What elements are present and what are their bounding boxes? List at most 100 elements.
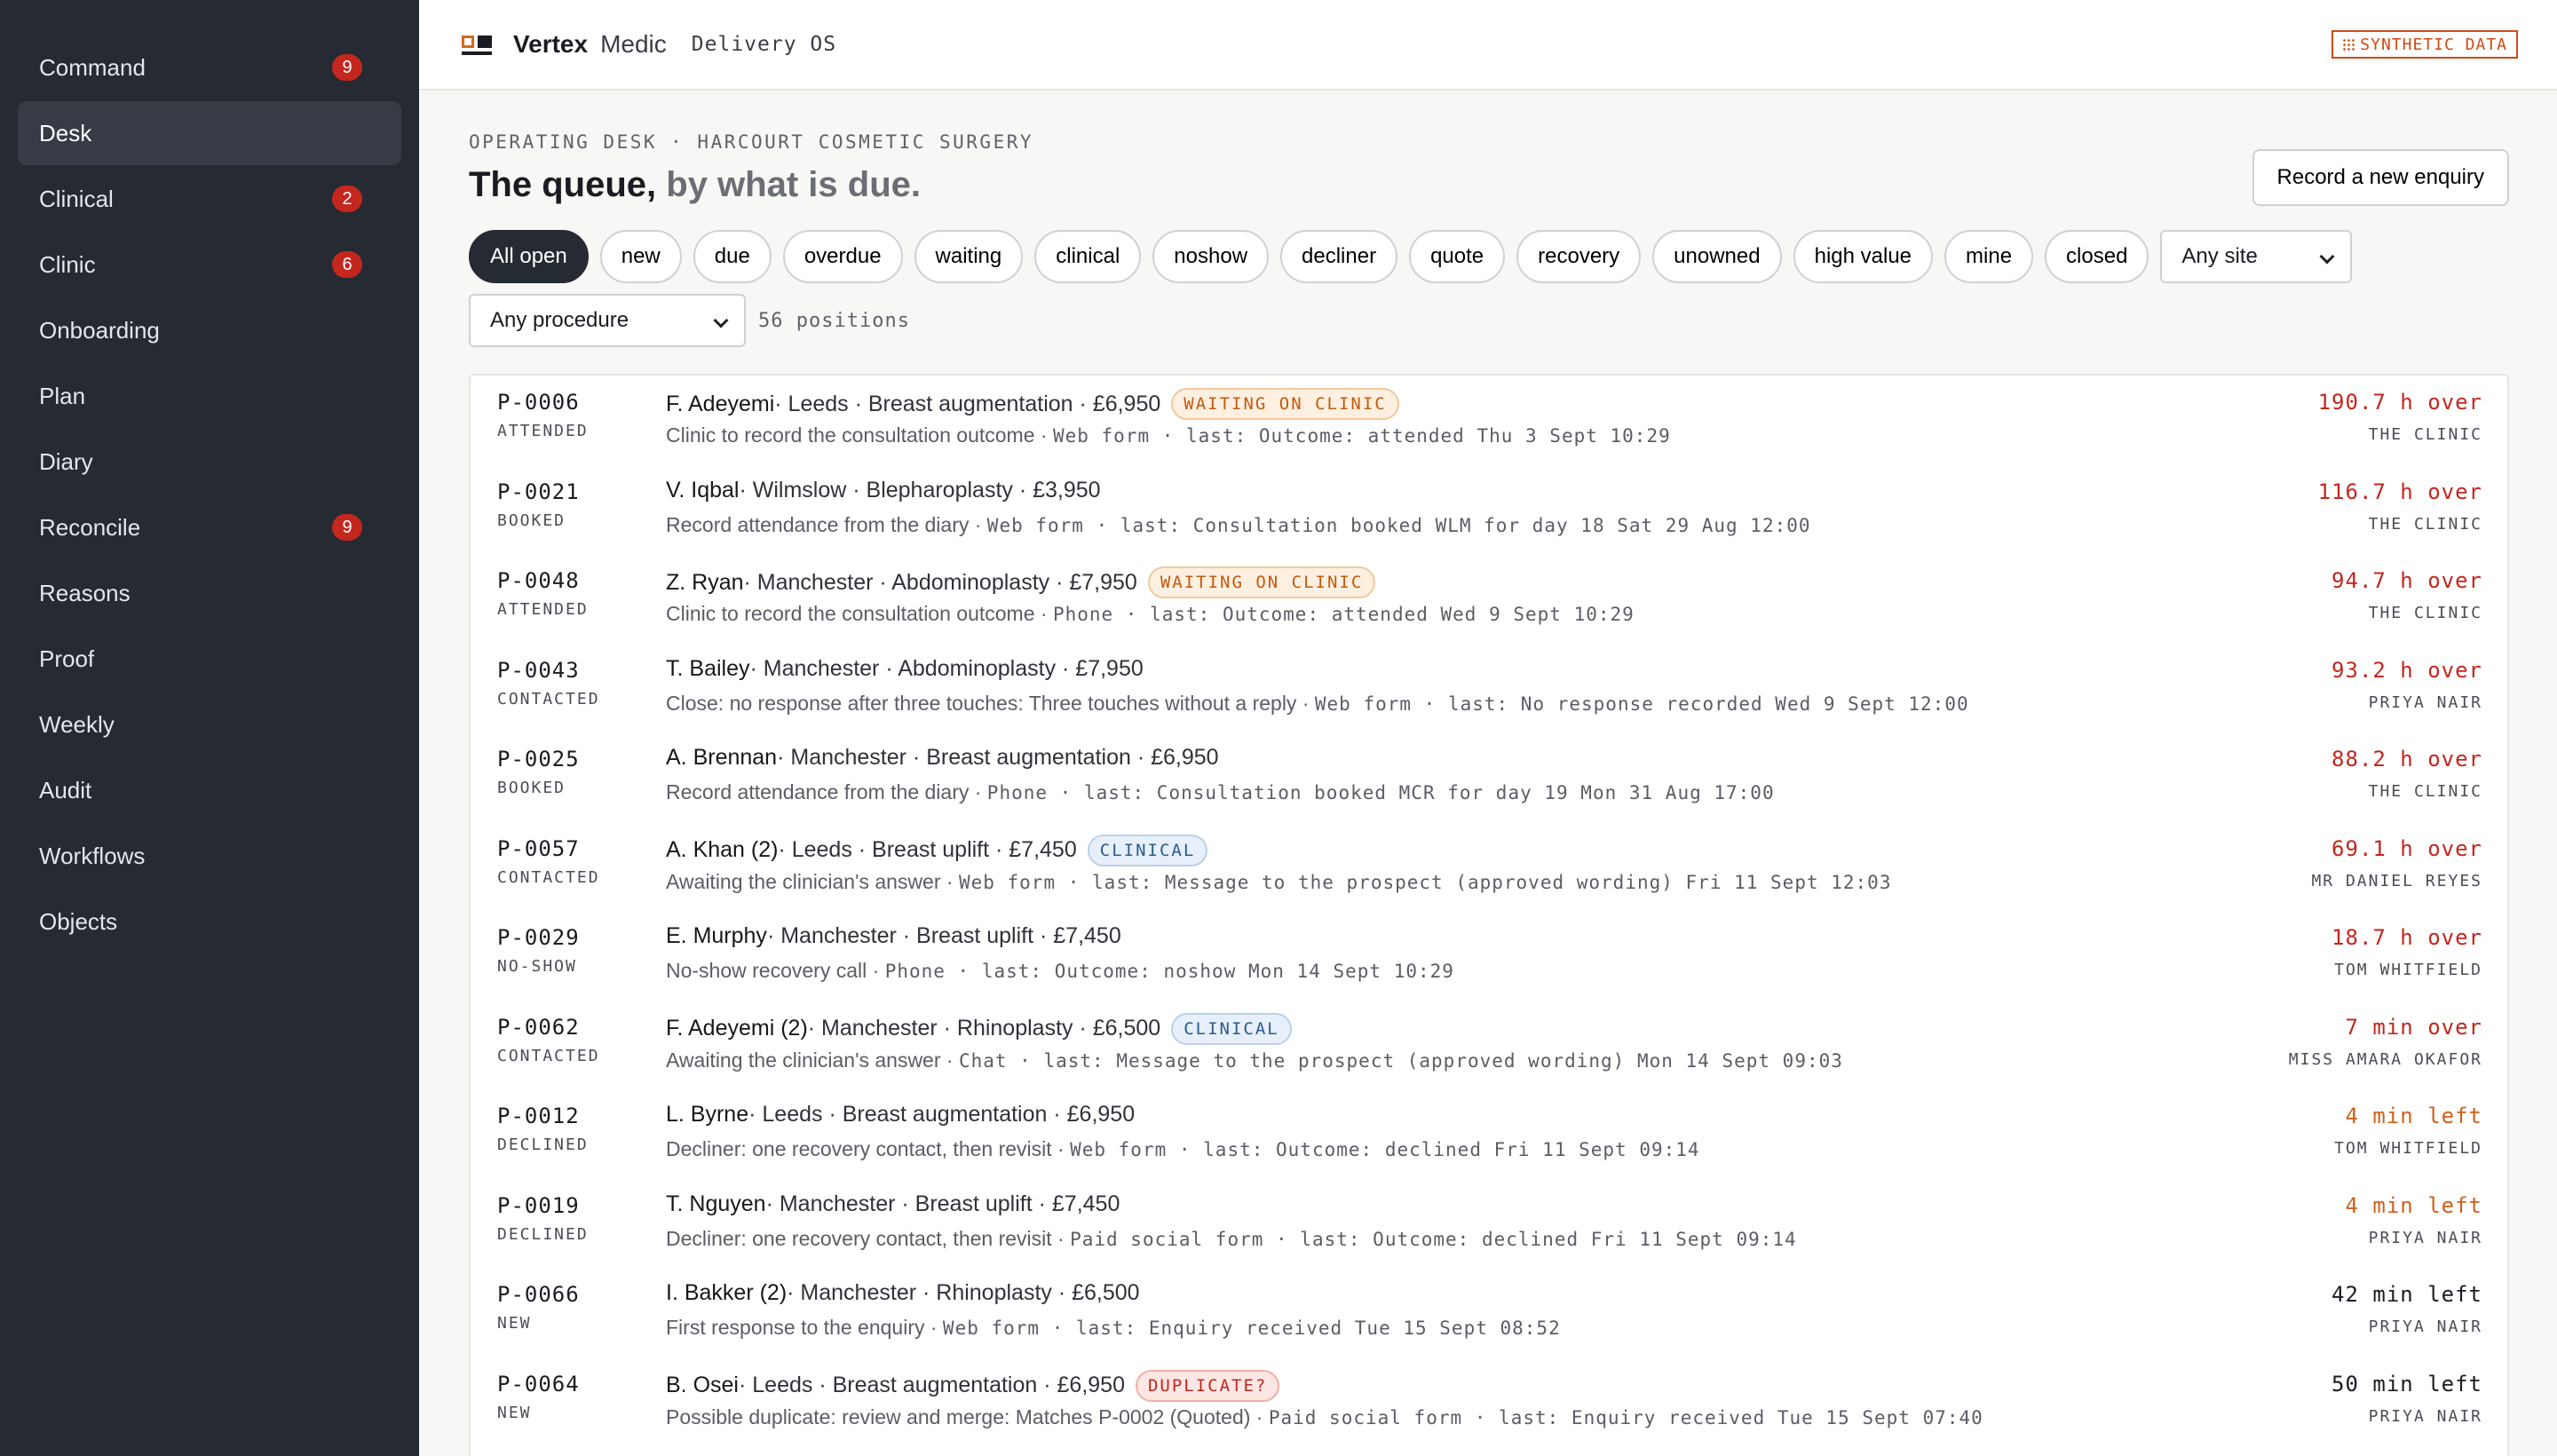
sidebar-item-label: Diary [39,447,93,475]
patient-name[interactable]: Z. Ryan [666,570,744,596]
patient-name[interactable]: F. Adeyemi [666,392,774,417]
position-id[interactable]: P-0066 [497,1282,580,1307]
filter-chip-waiting[interactable]: waiting [914,230,1024,283]
position-id[interactable]: P-0029 [497,925,580,950]
position-id[interactable]: P-0064 [497,1372,580,1397]
sidebar-item-audit[interactable]: Audit [18,758,401,822]
count-badge: 9 [332,54,362,81]
position-summary: T. Nguyen · Manchester · Breast uplift ·… [666,1191,1120,1217]
position-status: ATTENDED [497,600,589,619]
queue-row[interactable]: P-0066 NEW I. Bakker (2) · Manchester · … [471,1268,2507,1357]
sidebar-item-clinical[interactable]: Clinical 2 [18,167,401,231]
position-meta: Web form · last: Enquiry received Tue 15… [942,1318,1561,1339]
position-details: · Wilmslow · Blepharoplasty · £3,950 [739,477,1101,502]
queue-row[interactable]: P-0057 CONTACTED A. Khan (2) · Leeds · B… [471,822,2507,912]
sidebar-item-clinic[interactable]: Clinic 6 [18,233,401,297]
queue-row[interactable]: P-0029 NO-SHOW E. Murphy · Manchester · … [471,911,2507,1001]
filter-chip-overdue[interactable]: overdue [782,230,903,283]
sidebar-item-onboarding[interactable]: Onboarding [18,298,401,362]
due-indicator: 94.7 h over [2331,568,2482,593]
brand-suffix: Medic [600,30,667,58]
next-action: No-show recovery call · [666,959,885,982]
sidebar-item-plan[interactable]: Plan [18,364,401,428]
sidebar-item-reasons[interactable]: Reasons [18,561,401,625]
position-id[interactable]: P-0019 [497,1193,580,1218]
position-id[interactable]: P-0025 [497,747,580,772]
due-indicator: 50 min left [2331,1371,2482,1397]
filter-chip-new[interactable]: new [599,230,682,283]
position-summary: V. Iqbal · Wilmslow · Blepharoplasty · £… [666,478,1101,503]
filter-chip-all-open[interactable]: All open [469,230,589,283]
due-indicator: 69.1 h over [2331,835,2482,861]
filter-chip-due[interactable]: due [693,230,772,283]
filter-chip-quote[interactable]: quote [1409,230,1506,283]
patient-name[interactable]: A. Brennan [666,745,777,771]
site-select[interactable]: Any site [2160,230,2353,283]
position-count: 56 positions [758,309,910,332]
chevron-down-icon [713,313,729,328]
patient-name[interactable]: F. Adeyemi (2) [666,1016,808,1041]
filter-chip-mine[interactable]: mine [1944,230,2034,283]
queue-row[interactable]: P-0012 DECLINED L. Byrne · Leeds · Breas… [471,1089,2507,1179]
sidebar-item-reconcile[interactable]: Reconcile 9 [18,495,401,559]
queue-row[interactable]: P-0064 NEW B. Osei · Leeds · Breast augm… [471,1357,2507,1447]
product-name: Delivery OS [691,33,837,56]
chevron-down-icon [2319,249,2335,265]
sidebar-item-label: Reasons [39,579,131,606]
filter-chip-high-value[interactable]: high value [1793,230,1934,283]
filter-chip-noshow[interactable]: noshow [1152,230,1270,283]
patient-name[interactable]: A. Khan (2) [666,837,778,863]
sidebar-item-proof[interactable]: Proof [18,627,401,691]
patient-name[interactable]: T. Bailey [666,656,749,682]
position-id[interactable]: P-0057 [497,836,580,861]
queue-row[interactable]: P-0006 ATTENDED F. Adeyemi · Leeds · Bre… [471,376,2507,465]
patient-name[interactable]: V. Iqbal [666,478,739,503]
record-enquiry-button[interactable]: Record a new enquiry [2252,149,2509,206]
position-status: CONTACTED [497,867,600,887]
queue-row[interactable]: P-0062 CONTACTED F. Adeyemi (2) · Manche… [471,1001,2507,1090]
position-id[interactable]: P-0021 [497,479,580,504]
position-id[interactable]: P-0006 [497,390,580,415]
position-status: NEW [497,1403,532,1422]
patient-name[interactable]: L. Byrne [666,1102,748,1128]
filter-chip-closed[interactable]: closed [2045,230,2149,283]
owner-label: THE CLINIC [2368,425,2482,444]
queue-row[interactable]: P-0048 ATTENDED Z. Ryan · Manchester · A… [471,554,2507,644]
position-summary: F. Adeyemi · Leeds · Breast augmentation… [666,388,1399,420]
position-status: CONTACTED [497,689,600,708]
filter-chip-recovery[interactable]: recovery [1516,230,1642,283]
filter-chip-clinical[interactable]: clinical [1034,230,1142,283]
position-id[interactable]: P-0048 [497,568,580,593]
owner-label: MR DANIEL REYES [2311,871,2482,890]
queue-row[interactable]: P-0019 DECLINED T. Nguyen · Manchester ·… [471,1179,2507,1269]
patient-name[interactable]: E. Murphy [666,923,767,949]
next-action: Record attendance from the diary · [666,780,987,803]
position-id[interactable]: P-0062 [497,1015,580,1040]
queue-list: P-0006 ATTENDED F. Adeyemi · Leeds · Bre… [469,374,2509,1456]
sidebar-item-label: Weekly [39,710,115,738]
patient-name[interactable]: T. Nguyen [666,1191,766,1217]
position-details: · Leeds · Breast augmentation · £6,950 [738,1373,1125,1397]
position-id[interactable]: P-0012 [497,1104,580,1128]
sidebar-item-command[interactable]: Command 9 [18,36,401,99]
position-next-action: Awaiting the clinician's answer · Chat ·… [666,1048,1843,1072]
sidebar-item-diary[interactable]: Diary [18,430,401,494]
sidebar-item-desk[interactable]: Desk [18,101,401,165]
status-tag: CLINICAL [1087,834,1208,866]
queue-row[interactable]: P-0043 CONTACTED T. Bailey · Manchester … [471,644,2507,733]
patient-name[interactable]: B. Osei [666,1373,739,1398]
owner-label: THE CLINIC [2368,604,2482,622]
sidebar-item-weekly[interactable]: Weekly [18,692,401,756]
procedure-select[interactable]: Any procedure [469,294,746,347]
queue-row[interactable]: P-0025 BOOKED A. Brennan · Manchester · … [471,732,2507,822]
queue-row[interactable]: P-0021 BOOKED V. Iqbal · Wilmslow · Blep… [471,465,2507,555]
patient-name[interactable]: I. Bakker (2) [666,1280,787,1306]
sidebar-item-label: Workflows [39,842,146,869]
position-id[interactable]: P-0043 [497,658,580,683]
sidebar-item-objects[interactable]: Objects [18,890,401,954]
sidebar-item-workflows[interactable]: Workflows [18,824,401,888]
position-status: BOOKED [497,779,566,797]
filter-chip-unowned[interactable]: unowned [1652,230,1782,283]
filter-chip-decliner[interactable]: decliner [1280,230,1398,283]
position-meta: Phone · last: Outcome: noshow Mon 14 Sep… [884,961,1454,982]
